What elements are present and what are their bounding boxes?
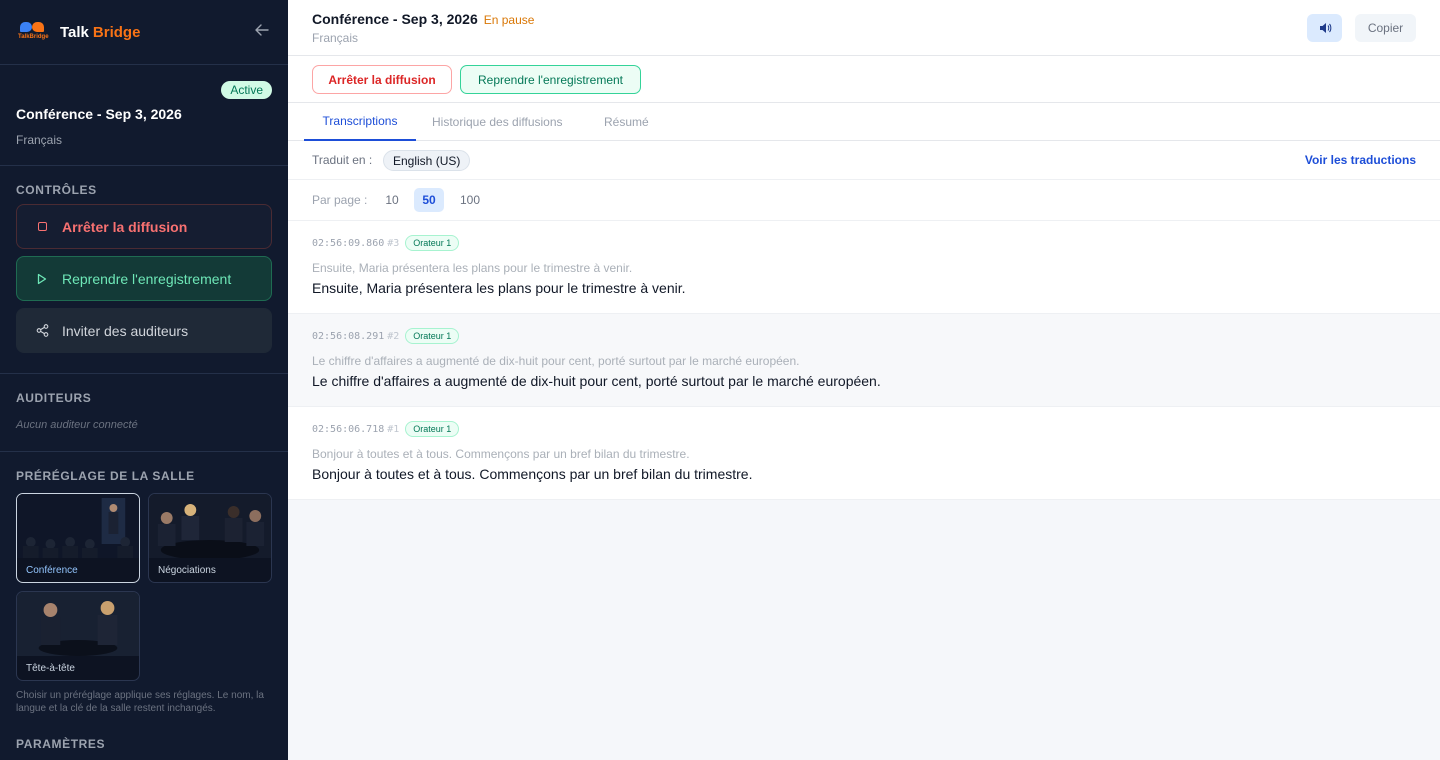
per-page-100[interactable]: 100 (456, 188, 484, 212)
listeners-section: AUDITEURS Aucun auditeur connecté (0, 374, 288, 452)
listeners-title: AUDITEURS (16, 391, 92, 405)
tab-broadcast-history[interactable]: Historique des diffusions (432, 103, 563, 141)
speaker-badge: Orateur 1 (405, 421, 460, 437)
segment-timestamp: 02:56:06.718 (312, 423, 385, 435)
stop-broadcast-action[interactable]: Arrêter la diffusion (312, 65, 452, 94)
arrow-left-icon[interactable] (254, 22, 270, 41)
per-page-bar: Par page : 10 50 100 (288, 180, 1440, 221)
preset-one-on-one[interactable]: Tête-à-tête (16, 591, 140, 681)
negotiations-image (149, 494, 271, 558)
per-page-10[interactable]: 10 (380, 188, 404, 212)
controls-section: CONTRÔLES Arrêter la diffusion Reprendre… (0, 166, 288, 374)
speaker-badge: Orateur 1 (405, 328, 460, 344)
main-content: Conférence - Sep 3, 2026 En pause Françai… (288, 0, 1440, 760)
target-language-chip[interactable]: English (US) (383, 150, 471, 171)
per-page-label: Par page : (312, 193, 368, 207)
session-title: Conférence - Sep 3, 2026 (16, 106, 182, 122)
copy-button[interactable]: Copier (1355, 14, 1416, 42)
settings-title: PARAMÈTRES (16, 737, 106, 751)
resume-recording-button[interactable]: Reprendre l'enregistrement (16, 256, 272, 301)
preset-negotiations[interactable]: Négociations (148, 493, 272, 583)
brand-header: TalkBridge Talk Bridge (0, 0, 288, 65)
translated-into-label: Traduit en : (312, 153, 373, 167)
segment-meta: 02:56:06.718 #1 Orateur 1 (312, 421, 460, 437)
segment-original-text: Bonjour à toutes et à tous. Commençons p… (312, 447, 690, 461)
segment-translated-text: Bonjour à toutes et à tous. Commençons p… (312, 466, 753, 482)
presets-title: PRÉRÉGLAGE DE LA SALLE (16, 469, 195, 483)
room-presets-section: PRÉRÉGLAGE DE LA SALLE Conférence Négoci… (0, 452, 288, 751)
segment-timestamp: 02:56:09.860 (312, 237, 385, 249)
transcript-segment: 02:56:09.860 #3 Orateur 1 Ensuite, Maria… (288, 221, 1440, 314)
page-header: Conférence - Sep 3, 2026 En pause Françai… (288, 0, 1440, 56)
segment-original-text: Ensuite, Maria présentera les plans pour… (312, 261, 633, 275)
transcript-segment: 02:56:06.718 #1 Orateur 1 Bonjour à tout… (288, 407, 1440, 500)
segment-meta: 02:56:08.291 #2 Orateur 1 (312, 328, 460, 344)
stop-broadcast-button[interactable]: Arrêter la diffusion (16, 204, 272, 249)
paused-status: En pause (483, 13, 535, 27)
resume-recording-action[interactable]: Reprendre l'enregistrement (460, 65, 641, 94)
translation-bar: Traduit en : English (US) Voir les tradu… (288, 141, 1440, 180)
preset-conference[interactable]: Conférence (16, 493, 140, 583)
session-language: Français (16, 133, 63, 147)
segment-number: #2 (387, 330, 400, 342)
preset-grid: Conférence Négociations Tête-à-tête (16, 493, 272, 681)
speaker-badge: Orateur 1 (405, 235, 460, 251)
transcript-segment: 02:56:08.291 #2 Orateur 1 Le chiffre d'a… (288, 314, 1440, 407)
invite-listeners-button[interactable]: Inviter des auditeurs (16, 308, 272, 353)
speaker-button[interactable] (1307, 14, 1342, 42)
segment-number: #1 (387, 423, 400, 435)
segment-meta: 02:56:09.860 #3 Orateur 1 (312, 235, 460, 251)
preset-note: Choisir un préréglage applique ses régla… (16, 690, 264, 714)
segment-original-text: Le chiffre d'affaires a augmenté de dix-… (312, 354, 800, 368)
conference-image (17, 494, 139, 558)
app-name: Talk Bridge (60, 23, 141, 41)
segment-translated-text: Ensuite, Maria présentera les plans pour… (312, 280, 686, 296)
share-icon (35, 324, 49, 337)
tab-summary[interactable]: Résumé (604, 103, 649, 141)
tab-transcriptions[interactable]: Transcriptions (304, 103, 416, 141)
stop-icon (35, 222, 49, 231)
page-title: Conférence - Sep 3, 2026 En pause (312, 11, 535, 27)
speaker-icon (1319, 23, 1331, 33)
no-listeners-text: Aucun auditeur connecté (16, 419, 138, 431)
page-language: Français (312, 31, 359, 45)
status-badge: Active (221, 81, 272, 99)
action-bar: Arrêter la diffusion Reprendre l'enregis… (288, 56, 1440, 103)
segment-timestamp: 02:56:08.291 (312, 330, 385, 342)
one-on-one-image (17, 592, 139, 656)
sidebar: TalkBridge Talk Bridge Active Conférence … (0, 0, 288, 760)
view-translations-link[interactable]: Voir les traductions (1305, 153, 1416, 167)
controls-title: CONTRÔLES (16, 183, 97, 197)
per-page-50[interactable]: 50 (414, 188, 444, 212)
tab-bar: Transcriptions Historique des diffusions… (288, 103, 1440, 141)
talkbridge-logo: TalkBridge (18, 19, 49, 45)
segment-translated-text: Le chiffre d'affaires a augmenté de dix-… (312, 373, 881, 389)
session-info: Active Conférence - Sep 3, 2026 Français (0, 65, 288, 166)
play-icon (35, 273, 49, 285)
segment-number: #3 (387, 237, 400, 249)
